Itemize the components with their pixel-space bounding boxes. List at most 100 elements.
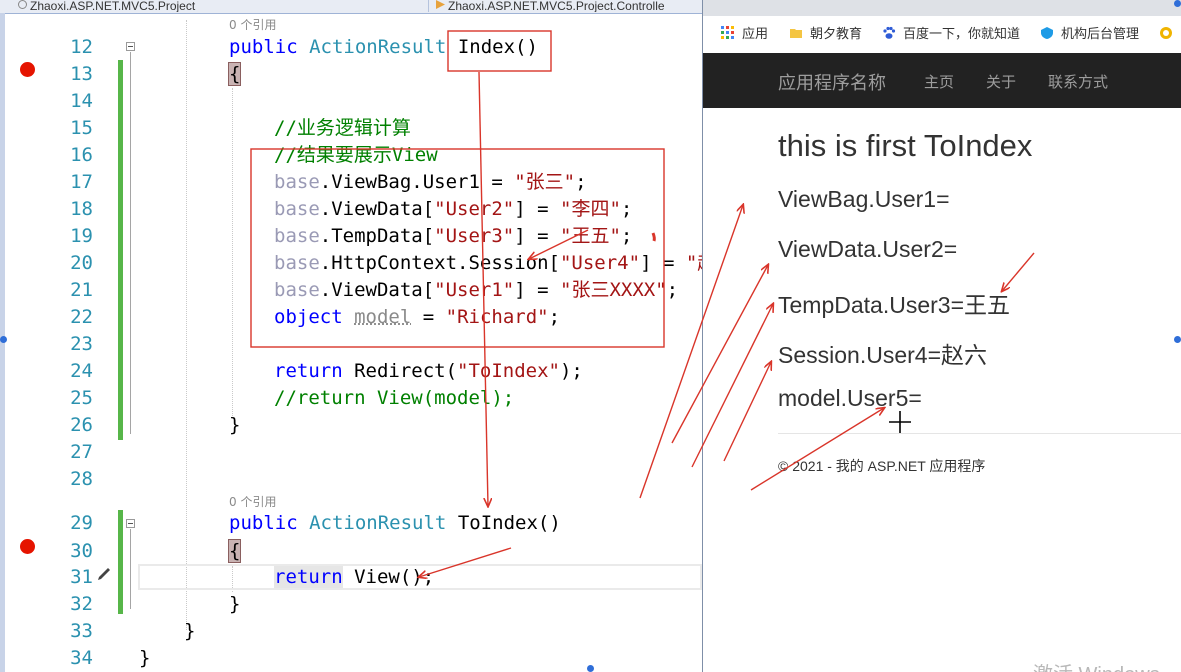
code-line-15[interactable]: //业务逻辑计算: [274, 117, 411, 139]
method-name-index: Index(): [457, 36, 538, 58]
method-name-toindex: ToIndex(): [457, 512, 561, 534]
line-number: 29: [70, 512, 93, 534]
code-line-25[interactable]: //return View(model);: [274, 387, 514, 409]
indent-guide: [232, 88, 233, 416]
line-number: 15: [70, 117, 93, 139]
selection-handle[interactable]: [0, 336, 7, 343]
string-literal: "User3": [434, 225, 515, 247]
line-number: 34: [70, 647, 93, 669]
keyword-base: base: [274, 171, 320, 193]
string-literal: "User2": [434, 198, 515, 220]
line-number: 25: [70, 387, 93, 409]
code-line-22[interactable]: object model = "Richard";: [274, 306, 560, 328]
code-text: ;: [620, 225, 633, 247]
breakpoint-icon[interactable]: [20, 62, 35, 77]
code-text: ;: [620, 198, 633, 220]
quick-action-pen-icon[interactable]: [96, 566, 112, 582]
code-text: ] =: [640, 252, 686, 274]
code-text: ;: [666, 279, 679, 301]
code-text: .TempData[: [319, 225, 435, 247]
bookmark-label: 机构后台管理: [1061, 26, 1140, 41]
bookmark-zhaoxi[interactable]: 朝夕教育: [789, 25, 862, 43]
code-line-17[interactable]: base.ViewBag.User1 = "张三";: [274, 171, 587, 193]
codelens-references[interactable]: 0 个引用: [229, 495, 276, 509]
code-line-33[interactable]: }: [184, 620, 195, 642]
string-literal: "张三": [514, 171, 576, 193]
selection-handle[interactable]: [1174, 336, 1181, 343]
code-text: ] =: [514, 225, 560, 247]
string-literal: "李四": [560, 198, 621, 220]
nav-link-about[interactable]: 关于: [986, 71, 1016, 92]
output-session: Session.User4=赵六: [778, 342, 987, 368]
code-line-20[interactable]: base.HttpContext.Session["User4"] = "赵: [274, 252, 702, 274]
code-line-19[interactable]: base.TempData["User3"] = "王五";: [274, 225, 632, 247]
breakpoint-icon[interactable]: [20, 539, 35, 554]
code-text: .ViewBag.User1 =: [319, 171, 515, 193]
bookmark-label: 朝夕教育: [810, 26, 863, 41]
code-line-12[interactable]: public ActionResult Index(): [229, 36, 538, 58]
collapse-icon[interactable]: [126, 42, 135, 51]
line-number: 18: [70, 198, 93, 220]
string-literal: "User1": [434, 279, 515, 301]
keyword-public: public: [229, 36, 298, 58]
line-number: 14: [70, 90, 93, 112]
class-icon: [436, 0, 445, 9]
code-editor[interactable]: Zhaoxi.ASP.NET.MVC5.Project Zhaoxi.ASP.N…: [0, 0, 702, 672]
output-viewbag: ViewBag.User1=: [778, 186, 950, 212]
open-brace: {: [227, 62, 242, 86]
open-brace: {: [227, 539, 242, 563]
collapse-icon[interactable]: [126, 519, 135, 528]
line-number: 20: [70, 252, 93, 274]
output-tempdata: TempData.User3=王五: [778, 292, 1010, 318]
baidu-paw-icon: [883, 26, 896, 39]
code-text: ] =: [514, 279, 560, 301]
folder-icon: [790, 29, 802, 38]
code-text: ;: [548, 306, 561, 328]
keyword-base: base: [274, 279, 320, 301]
string-literal: "张三XXXX": [560, 279, 667, 301]
bookmark-more[interactable]: [1159, 25, 1180, 43]
tab-label: Zhaoxi.ASP.NET.MVC5.Project.Controlle: [448, 0, 665, 12]
code-line-24[interactable]: return Redirect("ToIndex");: [274, 360, 583, 382]
bookmark-admin[interactable]: 机构后台管理: [1040, 25, 1139, 43]
line-number: 28: [70, 468, 93, 490]
code-line-21[interactable]: base.ViewData["User1"] = "张三XXXX";: [274, 279, 678, 301]
code-text: View();: [342, 566, 435, 588]
selection-handle[interactable]: [1174, 0, 1181, 7]
code-line-16[interactable]: //结果要展示View: [274, 144, 438, 166]
line-number: 23: [70, 333, 93, 355]
code-line-13[interactable]: {: [227, 62, 242, 86]
code-line-34[interactable]: }: [139, 647, 150, 669]
tab-controller-file[interactable]: Zhaoxi.ASP.NET.MVC5.Project.Controlle: [436, 0, 702, 12]
output-viewdata: ViewData.User2=: [778, 236, 958, 262]
keyword-base: base: [274, 198, 320, 220]
code-line-18[interactable]: base.ViewData["User2"] = "李四";: [274, 198, 632, 220]
footer-divider: [778, 433, 1181, 434]
tab-label: Zhaoxi.ASP.NET.MVC5.Project: [30, 0, 196, 12]
string-literal: "王五": [560, 225, 621, 247]
navbar-brand[interactable]: 应用程序名称: [778, 69, 886, 95]
string-literal: "Richard": [445, 306, 549, 328]
bookmark-apps[interactable]: 应用: [721, 25, 768, 43]
line-number: 21: [70, 279, 93, 301]
code-text: .ViewData[: [319, 279, 435, 301]
code-line-26[interactable]: }: [229, 414, 240, 436]
project-icon: [18, 0, 27, 9]
output-model: model.User5=: [778, 385, 922, 411]
code-line-30[interactable]: {: [227, 539, 242, 563]
code-line-31[interactable]: return View();: [274, 566, 434, 588]
nav-link-contact[interactable]: 联系方式: [1048, 71, 1108, 92]
code-line-32[interactable]: }: [229, 593, 240, 615]
browser-window: 应用 朝夕教育 百度一下，你就知道 机构后台管理 应用程序名称 主页 关于 联系…: [702, 0, 1181, 672]
nav-link-home[interactable]: 主页: [924, 71, 954, 92]
selection-handle[interactable]: [587, 665, 594, 672]
line-number: 17: [70, 171, 93, 193]
codelens-references[interactable]: 0 个引用: [229, 18, 276, 32]
line-number: 24: [70, 360, 93, 382]
keyword-base: base: [274, 225, 320, 247]
code-text: );: [559, 360, 583, 382]
indent-guide: [186, 20, 187, 630]
code-line-29[interactable]: public ActionResult ToIndex(): [229, 512, 561, 534]
bookmark-baidu[interactable]: 百度一下，你就知道: [882, 25, 1020, 43]
tab-project-file[interactable]: Zhaoxi.ASP.NET.MVC5.Project: [18, 0, 429, 12]
